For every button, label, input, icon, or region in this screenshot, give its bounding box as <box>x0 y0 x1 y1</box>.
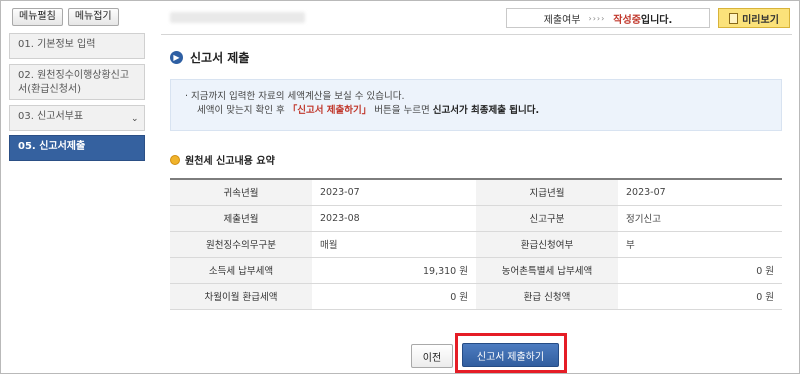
table-row: 차월이월 환급세액 0 원 환급 신청액 0 원 <box>170 283 782 310</box>
table-label: 지급년월 <box>476 179 618 206</box>
table-row: 제출년월 2023-08 신고구분 정기신고 <box>170 205 782 232</box>
info-box: · 지금까지 입력한 자료의 세액계산을 보실 수 있습니다. 세액이 맞는지 … <box>170 79 782 131</box>
sidebar-step-label: 02. 원천징수이행상황신고서(환급신청서) <box>18 70 130 95</box>
sidebar-step-label: 01. 기본정보 입력 <box>18 39 96 50</box>
preview-button[interactable]: 미리보기 <box>718 8 790 28</box>
table-value: 2023-07 <box>312 179 476 206</box>
menu-toggle-row: 메뉴펼침 메뉴접기 <box>12 8 145 26</box>
table-value: 0 원 <box>618 283 782 310</box>
table-value: 19,310 원 <box>312 257 476 284</box>
table-label: 제출년월 <box>170 205 312 232</box>
sidebar-step-label: 05. 신고서제출 <box>18 141 86 152</box>
info-line-1: · 지금까지 입력한 자료의 세액계산을 보실 수 있습니다. <box>185 91 405 102</box>
table-label: 환급 신청액 <box>476 283 618 310</box>
table-value: 정기신고 <box>618 205 782 232</box>
bullet-icon <box>170 154 180 165</box>
table-label: 환급신청여부 <box>476 231 618 258</box>
sidebar-step-withholding-report[interactable]: 02. 원천징수이행상황신고서(환급신청서) <box>9 64 145 100</box>
table-label: 귀속년월 <box>170 179 312 206</box>
section-title: ▶ 신고서 제출 <box>170 49 249 66</box>
document-icon <box>729 12 739 24</box>
submit-report-button[interactable]: 신고서 제출하기 <box>462 343 559 367</box>
status-arrows: ›››› <box>588 13 606 23</box>
status-value: 작성중 <box>613 14 641 26</box>
status-suffix: 입니다. <box>640 14 673 26</box>
table-label: 신고구분 <box>476 205 618 232</box>
table-row: 원천징수의무구분 매월 환급신청여부 부 <box>170 231 782 258</box>
table-value: 2023-07 <box>618 179 782 206</box>
prev-button[interactable]: 이전 <box>411 344 453 368</box>
menu-collapse-button[interactable]: 메뉴접기 <box>67 8 119 26</box>
table-label: 소득세 납부세액 <box>170 257 312 284</box>
circle-arrow-icon: ▶ <box>170 51 183 64</box>
table-value: 부 <box>618 231 782 258</box>
info-text: 세액이 맞는지 확인 후 <box>197 105 288 116</box>
table-label: 원천징수의무구분 <box>170 231 312 258</box>
info-text: 버튼을 누르면 <box>371 105 433 116</box>
table-label: 차월이월 환급세액 <box>170 283 312 310</box>
status-label: 제출여부 <box>543 14 581 26</box>
table-label: 농어촌특별세 납부세액 <box>476 257 618 284</box>
preview-label: 미리보기 <box>742 14 779 26</box>
table-value: 2023-08 <box>312 205 476 232</box>
summary-title-text: 원천세 신고내용 요약 <box>185 156 275 167</box>
table-value: 0 원 <box>312 283 476 310</box>
table-row: 소득세 납부세액 19,310 원 농어촌특별세 납부세액 0 원 <box>170 257 782 284</box>
divider <box>161 34 792 35</box>
menu-expand-button[interactable]: 메뉴펼침 <box>12 8 63 26</box>
table-value: 매월 <box>312 231 476 258</box>
blurred-title <box>170 12 305 23</box>
submission-status: 제출여부 ›››› 작성중입니다. <box>506 8 710 28</box>
table-value: 0 원 <box>618 257 782 284</box>
sidebar-step-submit[interactable]: 05. 신고서제출 <box>9 135 145 161</box>
section-title-text: 신고서 제출 <box>190 51 250 65</box>
summary-title: 원천세 신고내용 요약 <box>170 152 275 167</box>
sidebar: 메뉴펼침 메뉴접기 <box>9 8 145 26</box>
sidebar-step-label: 03. 신고서부표 <box>18 111 84 122</box>
summary-table: 귀속년월 2023-07 지급년월 2023-07 제출년월 2023-08 신… <box>170 178 782 310</box>
info-submit-ref: 「신고서 제출하기」 <box>287 105 372 116</box>
info-final-note: 신고서가 최종제출 됩니다. <box>432 105 540 116</box>
chevron-down-icon[interactable]: ⌄ <box>131 112 139 124</box>
table-row: 귀속년월 2023-07 지급년월 2023-07 <box>170 179 782 206</box>
info-line-2: 세액이 맞는지 확인 후 「신고서 제출하기」 버튼을 누르면 신고서가 최종제… <box>185 104 781 118</box>
sidebar-step-basic-info[interactable]: 01. 기본정보 입력 <box>9 33 145 59</box>
sidebar-step-attachment[interactable]: 03. 신고서부표 ⌄ <box>9 105 145 131</box>
